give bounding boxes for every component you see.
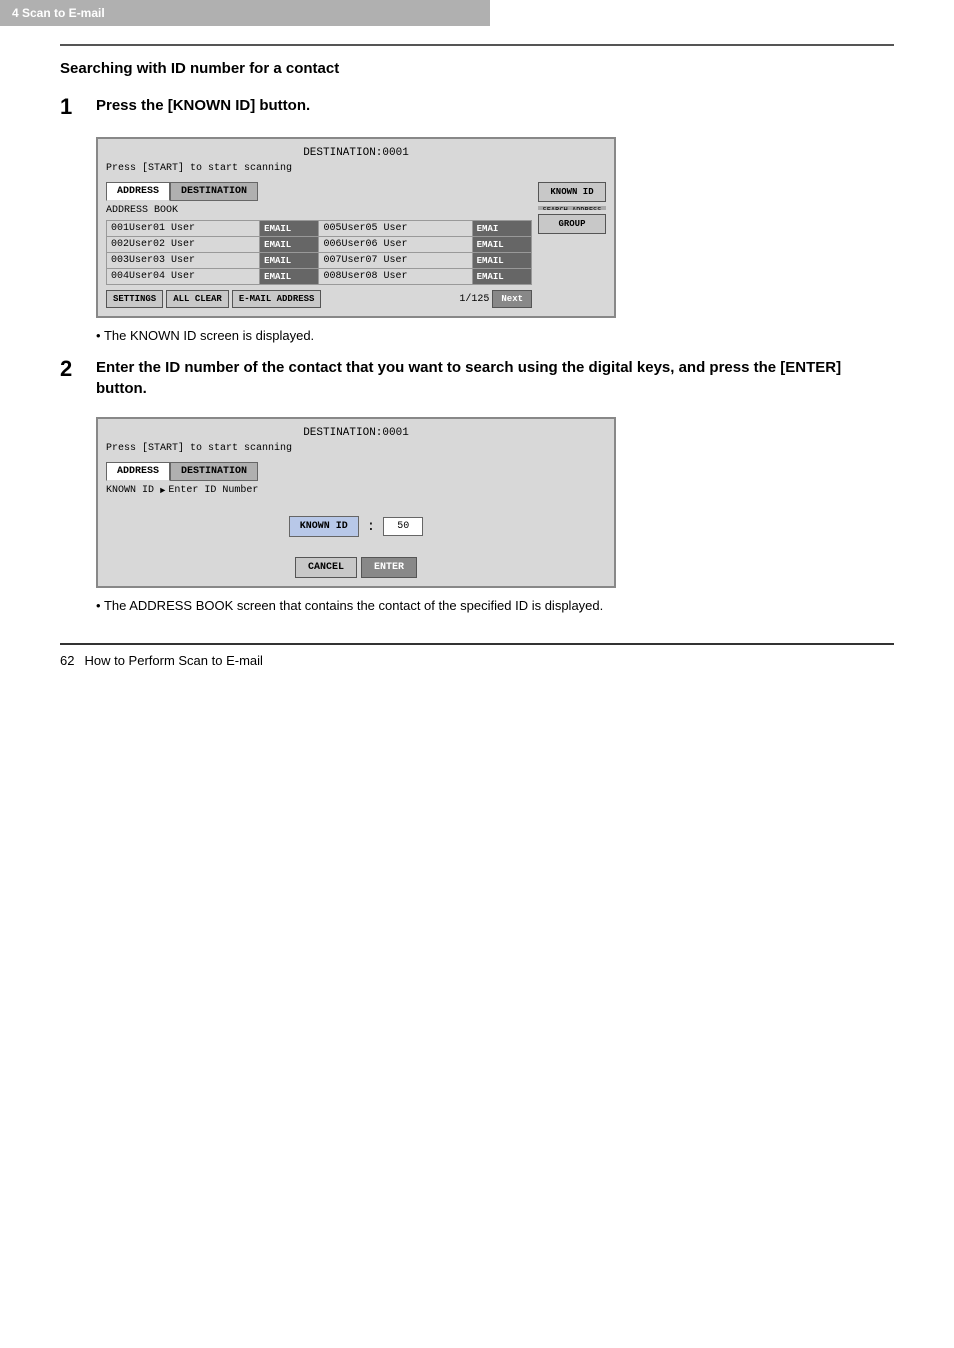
email-tag-8: EMAIL <box>472 269 531 285</box>
email-tag-2: EMAIL <box>260 237 319 253</box>
screen1-sidebar: KNOWN ID SEARCH ADDRESS GROUP <box>538 182 606 308</box>
tab-destination-1[interactable]: DESTINATION <box>170 182 258 201</box>
enter-button[interactable]: ENTER <box>361 557 417 578</box>
email-tag-1: EMAIL <box>260 221 319 237</box>
user-id-5: 005User05 User <box>319 221 472 237</box>
screen2-subtitle: Press [START] to start scanning <box>106 443 606 454</box>
tab-destination-2[interactable]: DESTINATION <box>170 462 258 481</box>
user-id-3: 003User03 User <box>107 253 260 269</box>
user-id-4: 004User04 User <box>107 269 260 285</box>
step-1: 1 Press the [KNOWN ID] button. <box>60 95 894 119</box>
screen1-title: DESTINATION:0001 <box>106 147 606 159</box>
triangle-icon: ► <box>160 486 165 496</box>
bullet-point-2: The ADDRESS BOOK screen that contains th… <box>96 598 894 613</box>
table-row: 002User02 User EMAIL 006User06 User EMAI… <box>107 237 532 253</box>
main-content: Searching with ID number for a contact 1… <box>60 60 894 613</box>
known-id-row: KNOWN ID ► Enter ID Number <box>106 485 606 496</box>
step-2: 2 Enter the ID number of the contact tha… <box>60 357 894 399</box>
cancel-enter-row: CANCEL ENTER <box>106 557 606 578</box>
step-1-number: 1 <box>60 95 90 119</box>
screen1-body: ADDRESS DESTINATION ADDRESS BOOK 001User… <box>106 182 606 308</box>
bottom-left-buttons: SETTINGS ALL CLEAR E-MAIL ADDRESS <box>106 290 321 308</box>
screen1-subtitle: Press [START] to start scanning <box>106 163 606 174</box>
screen-mockup-1: DESTINATION:0001 Press [START] to start … <box>96 137 616 318</box>
user-id-1: 001User01 User <box>107 221 260 237</box>
email-tag-7: EMAIL <box>472 253 531 269</box>
table-row: 004User04 User EMAIL 008User08 User EMAI… <box>107 269 532 285</box>
all-clear-button[interactable]: ALL CLEAR <box>166 290 229 308</box>
email-tag-4: EMAIL <box>260 269 319 285</box>
header-bar: 4 Scan to E-mail <box>0 0 490 26</box>
user-id-8: 008User08 User <box>319 269 472 285</box>
known-id-button[interactable]: KNOWN ID <box>538 182 606 202</box>
step-2-text: Enter the ID number of the contact that … <box>96 357 894 399</box>
settings-button[interactable]: SETTINGS <box>106 290 163 308</box>
email-tag-3: EMAIL <box>260 253 319 269</box>
top-divider <box>60 44 894 46</box>
known-id-input-area: KNOWN ID : 50 <box>106 516 606 537</box>
tab-row-2: ADDRESS DESTINATION <box>106 462 606 481</box>
footer-text: How to Perform Scan to E-mail <box>84 653 262 668</box>
step-1-text: Press the [KNOWN ID] button. <box>96 95 310 116</box>
tab-address-1[interactable]: ADDRESS <box>106 182 170 201</box>
address-table: 001User01 User EMAIL 005User05 User EMAI… <box>106 220 532 285</box>
screen1-bottom-bar: SETTINGS ALL CLEAR E-MAIL ADDRESS 1/125 … <box>106 290 532 308</box>
user-id-6: 006User06 User <box>319 237 472 253</box>
email-address-button[interactable]: E-MAIL ADDRESS <box>232 290 322 308</box>
bullet-point-1: The KNOWN ID screen is displayed. <box>96 328 894 343</box>
known-id-label: KNOWN ID <box>106 485 154 496</box>
user-id-7: 007User07 User <box>319 253 472 269</box>
cancel-button[interactable]: CANCEL <box>295 557 357 578</box>
screen1-main: ADDRESS DESTINATION ADDRESS BOOK 001User… <box>106 182 532 308</box>
group-button[interactable]: GROUP <box>538 214 606 234</box>
email-tag-6: EMAIL <box>472 237 531 253</box>
screen-mockup-2: DESTINATION:0001 Press [START] to start … <box>96 417 616 588</box>
tab-address-2[interactable]: ADDRESS <box>106 462 170 481</box>
section-heading: Searching with ID number for a contact <box>60 60 894 77</box>
table-row: 003User03 User EMAIL 007User07 User EMAI… <box>107 253 532 269</box>
address-book-label: ADDRESS BOOK <box>106 205 532 216</box>
tab-row-1: ADDRESS DESTINATION <box>106 182 532 201</box>
id-value-field[interactable]: 50 <box>383 517 423 536</box>
next-button[interactable]: Next <box>492 290 532 308</box>
email-tag-5: EMAI <box>472 221 531 237</box>
step-2-number: 2 <box>60 357 90 381</box>
bottom-right-nav: 1/125 Next <box>459 290 532 308</box>
colon-separator: : <box>367 519 375 535</box>
page-footer: 62 How to Perform Scan to E-mail <box>60 643 894 668</box>
table-row: 001User01 User EMAIL 005User05 User EMAI <box>107 221 532 237</box>
screen2-title: DESTINATION:0001 <box>106 427 606 439</box>
known-id-field: KNOWN ID <box>289 516 359 537</box>
user-id-2: 002User02 User <box>107 237 260 253</box>
enter-id-number-label: Enter ID Number <box>168 485 258 496</box>
page-number: 62 <box>60 653 74 668</box>
page-info: 1/125 <box>459 294 489 305</box>
